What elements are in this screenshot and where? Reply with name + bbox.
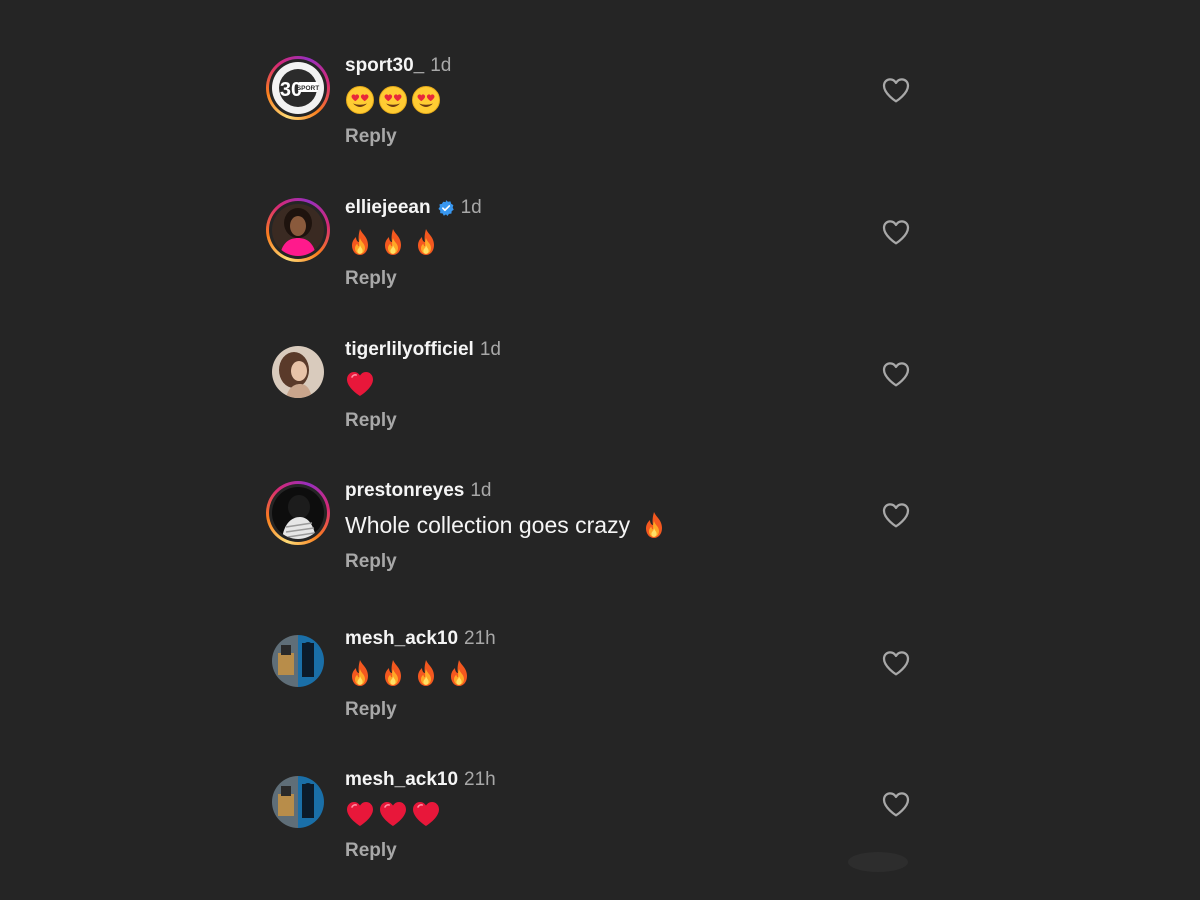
comment-timestamp: 21h xyxy=(464,628,496,649)
username-link[interactable]: elliejeean xyxy=(345,197,431,219)
fire-emoji-icon xyxy=(345,227,375,257)
comment-item: 30 SPORT sport30_ 1d 😍😍😍 Reply xyxy=(0,55,1200,176)
comment-body: Whole collection goes crazy xyxy=(345,511,631,538)
comment-item: elliejeean 1d 🔥🔥🔥 Reply xyxy=(0,197,1200,318)
username-link[interactable]: sport30_ xyxy=(345,55,424,77)
heart-outline-icon xyxy=(882,503,910,528)
fire-emoji-icon xyxy=(345,658,375,688)
red-heart-emoji-icon xyxy=(411,799,441,829)
username-link[interactable]: mesh_ack10 xyxy=(345,628,458,650)
avatar[interactable] xyxy=(272,346,324,398)
like-button[interactable] xyxy=(880,647,912,679)
avatar-story-ring[interactable] xyxy=(266,481,330,545)
avatar-wrap[interactable] xyxy=(266,629,330,693)
avatar[interactable] xyxy=(272,776,324,828)
comment-text: Whole collection goes crazy 🔥 xyxy=(345,509,672,541)
avatar-wrap[interactable] xyxy=(266,340,330,404)
avatar[interactable]: 30 SPORT xyxy=(272,62,324,114)
fire-emoji-icon xyxy=(639,510,669,540)
heart-eyes-emoji-icon xyxy=(378,85,408,115)
comment-text: ❤️❤️❤️ xyxy=(345,798,444,830)
profile-photo-icon xyxy=(272,204,324,256)
avatar-story-ring[interactable]: 30 SPORT xyxy=(266,56,330,120)
username-link[interactable]: mesh_ack10 xyxy=(345,769,458,791)
sport30-logo-icon: 30 SPORT xyxy=(272,62,324,114)
comment-text: 😍😍😍 xyxy=(345,84,444,116)
reply-button[interactable]: Reply xyxy=(345,840,397,862)
like-button[interactable] xyxy=(880,74,912,106)
reply-button[interactable]: Reply xyxy=(345,126,397,148)
fire-emoji-icon xyxy=(378,658,408,688)
comment-timestamp: 1d xyxy=(460,197,482,218)
reply-button[interactable]: Reply xyxy=(345,410,397,432)
reply-button[interactable]: Reply xyxy=(345,699,397,721)
like-button[interactable] xyxy=(880,499,912,531)
comment-timestamp: 21h xyxy=(464,769,496,790)
red-heart-emoji-icon xyxy=(345,369,375,399)
comment-item: tigerlilyofficiel 1d ❤️ Reply xyxy=(0,339,1200,460)
comments-list: 30 SPORT sport30_ 1d 😍😍😍 Reply xyxy=(0,0,1200,900)
comment-text: 🔥🔥🔥🔥 xyxy=(345,657,477,689)
comment-timestamp: 1d xyxy=(430,55,452,76)
profile-photo-icon xyxy=(272,635,324,687)
heart-eyes-emoji-icon xyxy=(411,85,441,115)
heart-outline-icon xyxy=(882,78,910,103)
profile-photo-icon xyxy=(272,346,324,398)
comment-text: 🔥🔥🔥 xyxy=(345,226,444,258)
profile-photo-icon xyxy=(272,776,324,828)
heart-outline-icon xyxy=(882,792,910,817)
avatar[interactable] xyxy=(272,204,324,256)
username-link[interactable]: prestonreyes xyxy=(345,480,464,502)
profile-photo-icon xyxy=(272,487,324,539)
fire-emoji-icon xyxy=(378,227,408,257)
comment-timestamp: 1d xyxy=(470,480,492,501)
comment-item: prestonreyes 1d Whole collection goes cr… xyxy=(0,480,1200,601)
avatar-story-ring[interactable] xyxy=(266,198,330,262)
like-button[interactable] xyxy=(880,216,912,248)
username-link[interactable]: tigerlilyofficiel xyxy=(345,339,474,361)
red-heart-emoji-icon xyxy=(378,799,408,829)
heart-outline-icon xyxy=(882,220,910,245)
comment-text: ❤️ xyxy=(345,368,378,400)
avatar-logo-text: SPORT xyxy=(297,85,319,92)
comment-item: mesh_ack10 21h 🔥🔥🔥🔥 Reply xyxy=(0,628,1200,749)
heart-eyes-emoji-icon xyxy=(345,85,375,115)
scroll-shadow xyxy=(848,852,908,872)
avatar[interactable] xyxy=(272,635,324,687)
fire-emoji-icon xyxy=(444,658,474,688)
heart-outline-icon xyxy=(882,651,910,676)
heart-outline-icon xyxy=(882,362,910,387)
reply-button[interactable]: Reply xyxy=(345,268,397,290)
comment-timestamp: 1d xyxy=(479,339,501,360)
avatar[interactable] xyxy=(272,487,324,539)
comment-item: mesh_ack10 21h ❤️❤️❤️ Reply xyxy=(0,769,1200,890)
verified-badge-icon xyxy=(437,199,455,217)
red-heart-emoji-icon xyxy=(345,799,375,829)
like-button[interactable] xyxy=(880,358,912,390)
reply-button[interactable]: Reply xyxy=(345,551,397,573)
like-button[interactable] xyxy=(880,788,912,820)
fire-emoji-icon xyxy=(411,658,441,688)
avatar-wrap[interactable] xyxy=(266,770,330,834)
fire-emoji-icon xyxy=(411,227,441,257)
